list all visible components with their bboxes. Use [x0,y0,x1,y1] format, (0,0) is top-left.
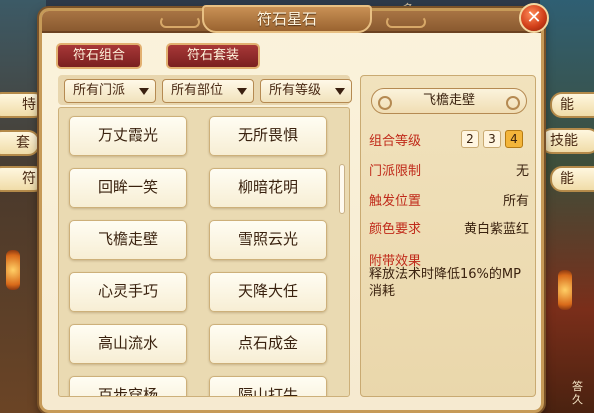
school-limit-value: 无 [515,164,529,179]
rune-item[interactable]: 隔山打牛 [209,376,327,396]
background-side-text: 答久 [572,380,583,406]
title-ornament-left [160,16,200,28]
rune-item[interactable]: 高山流水 [69,324,187,364]
rune-item[interactable]: 无所畏惧 [209,116,327,156]
color-requirement-label: 颜色要求 [369,222,422,237]
color-requirement-value: 黄白紫蓝红 [463,222,529,237]
background-tab-left-2[interactable]: 套 [0,130,40,156]
rune-item[interactable]: 点石成金 [209,324,327,364]
lantern-icon [558,270,572,310]
rune-detail-panel: 飞檐走壁 组合等级 2 3 4 门派限制 无 触发位置 所有 颜色要求 黄白紫蓝… [360,75,536,397]
dialog-title: 符石星石 [202,5,372,33]
level-option-3[interactable]: 3 [483,130,501,148]
effect-text: 释放法术时降低16%的MP消耗 [369,267,521,299]
chevron-down-icon [139,88,149,95]
combo-level-row: 组合等级 2 3 4 [369,130,529,150]
level-filter-dropdown[interactable]: 所有等级 [260,79,352,103]
detail-title: 飞檐走壁 [371,88,527,114]
rune-item[interactable]: 心灵手巧 [69,272,187,312]
trigger-position-label: 触发位置 [369,194,422,209]
slot-filter-dropdown[interactable]: 所有部位 [162,79,254,103]
rune-item[interactable]: 柳暗花明 [209,168,327,208]
rune-item[interactable]: 百步穿杨 [69,376,187,396]
level-option-4[interactable]: 4 [505,130,523,148]
tab-rune-combo[interactable]: 符石组合 [56,43,142,69]
combo-level-label: 组合等级 [369,134,422,149]
chevron-down-icon [335,88,345,95]
level-option-2[interactable]: 2 [461,130,479,148]
rune-item[interactable]: 回眸一笑 [69,168,187,208]
close-button[interactable]: ✕ [519,3,549,33]
close-icon: ✕ [526,7,542,28]
trigger-position-value: 所有 [502,194,529,209]
school-filter-label: 所有门派 [73,83,126,98]
trigger-position-row: 触发位置 所有 [369,190,529,210]
background-tab-right-1[interactable]: 能 [550,92,594,118]
background-tab-right-3[interactable]: 能 [550,166,594,192]
rune-item[interactable]: 天降大任 [209,272,327,312]
chevron-down-icon [237,88,247,95]
rune-item[interactable]: 万丈霞光 [69,116,187,156]
level-filter-label: 所有等级 [269,83,322,98]
school-limit-row: 门派限制 无 [369,160,529,180]
list-scrollbar[interactable] [339,164,345,214]
title-ornament-right [386,16,426,28]
rune-list-panel: 万丈霞光 无所畏惧 回眸一笑 柳暗花明 飞檐走壁 雪照云光 心灵手巧 天降大任 … [58,107,350,397]
rune-dialog: 符石星石 ✕ 符石组合 符石套装 所有门派 所有部位 所有等级 万丈霞光 无所畏… [39,3,549,413]
tab-rune-set[interactable]: 符石套装 [166,43,260,69]
lantern-icon [6,250,20,290]
school-limit-label: 门派限制 [369,164,422,179]
rune-item[interactable]: 雪照云光 [209,220,327,260]
background-tab-right-2[interactable]: 技能 [540,128,594,154]
filter-bar: 所有门派 所有部位 所有等级 [58,75,352,105]
slot-filter-label: 所有部位 [171,83,224,98]
background-scene-right [540,0,594,413]
school-filter-dropdown[interactable]: 所有门派 [64,79,156,103]
color-requirement-row: 颜色要求 黄白紫蓝红 [369,218,529,238]
rune-item[interactable]: 飞檐走壁 [69,220,187,260]
